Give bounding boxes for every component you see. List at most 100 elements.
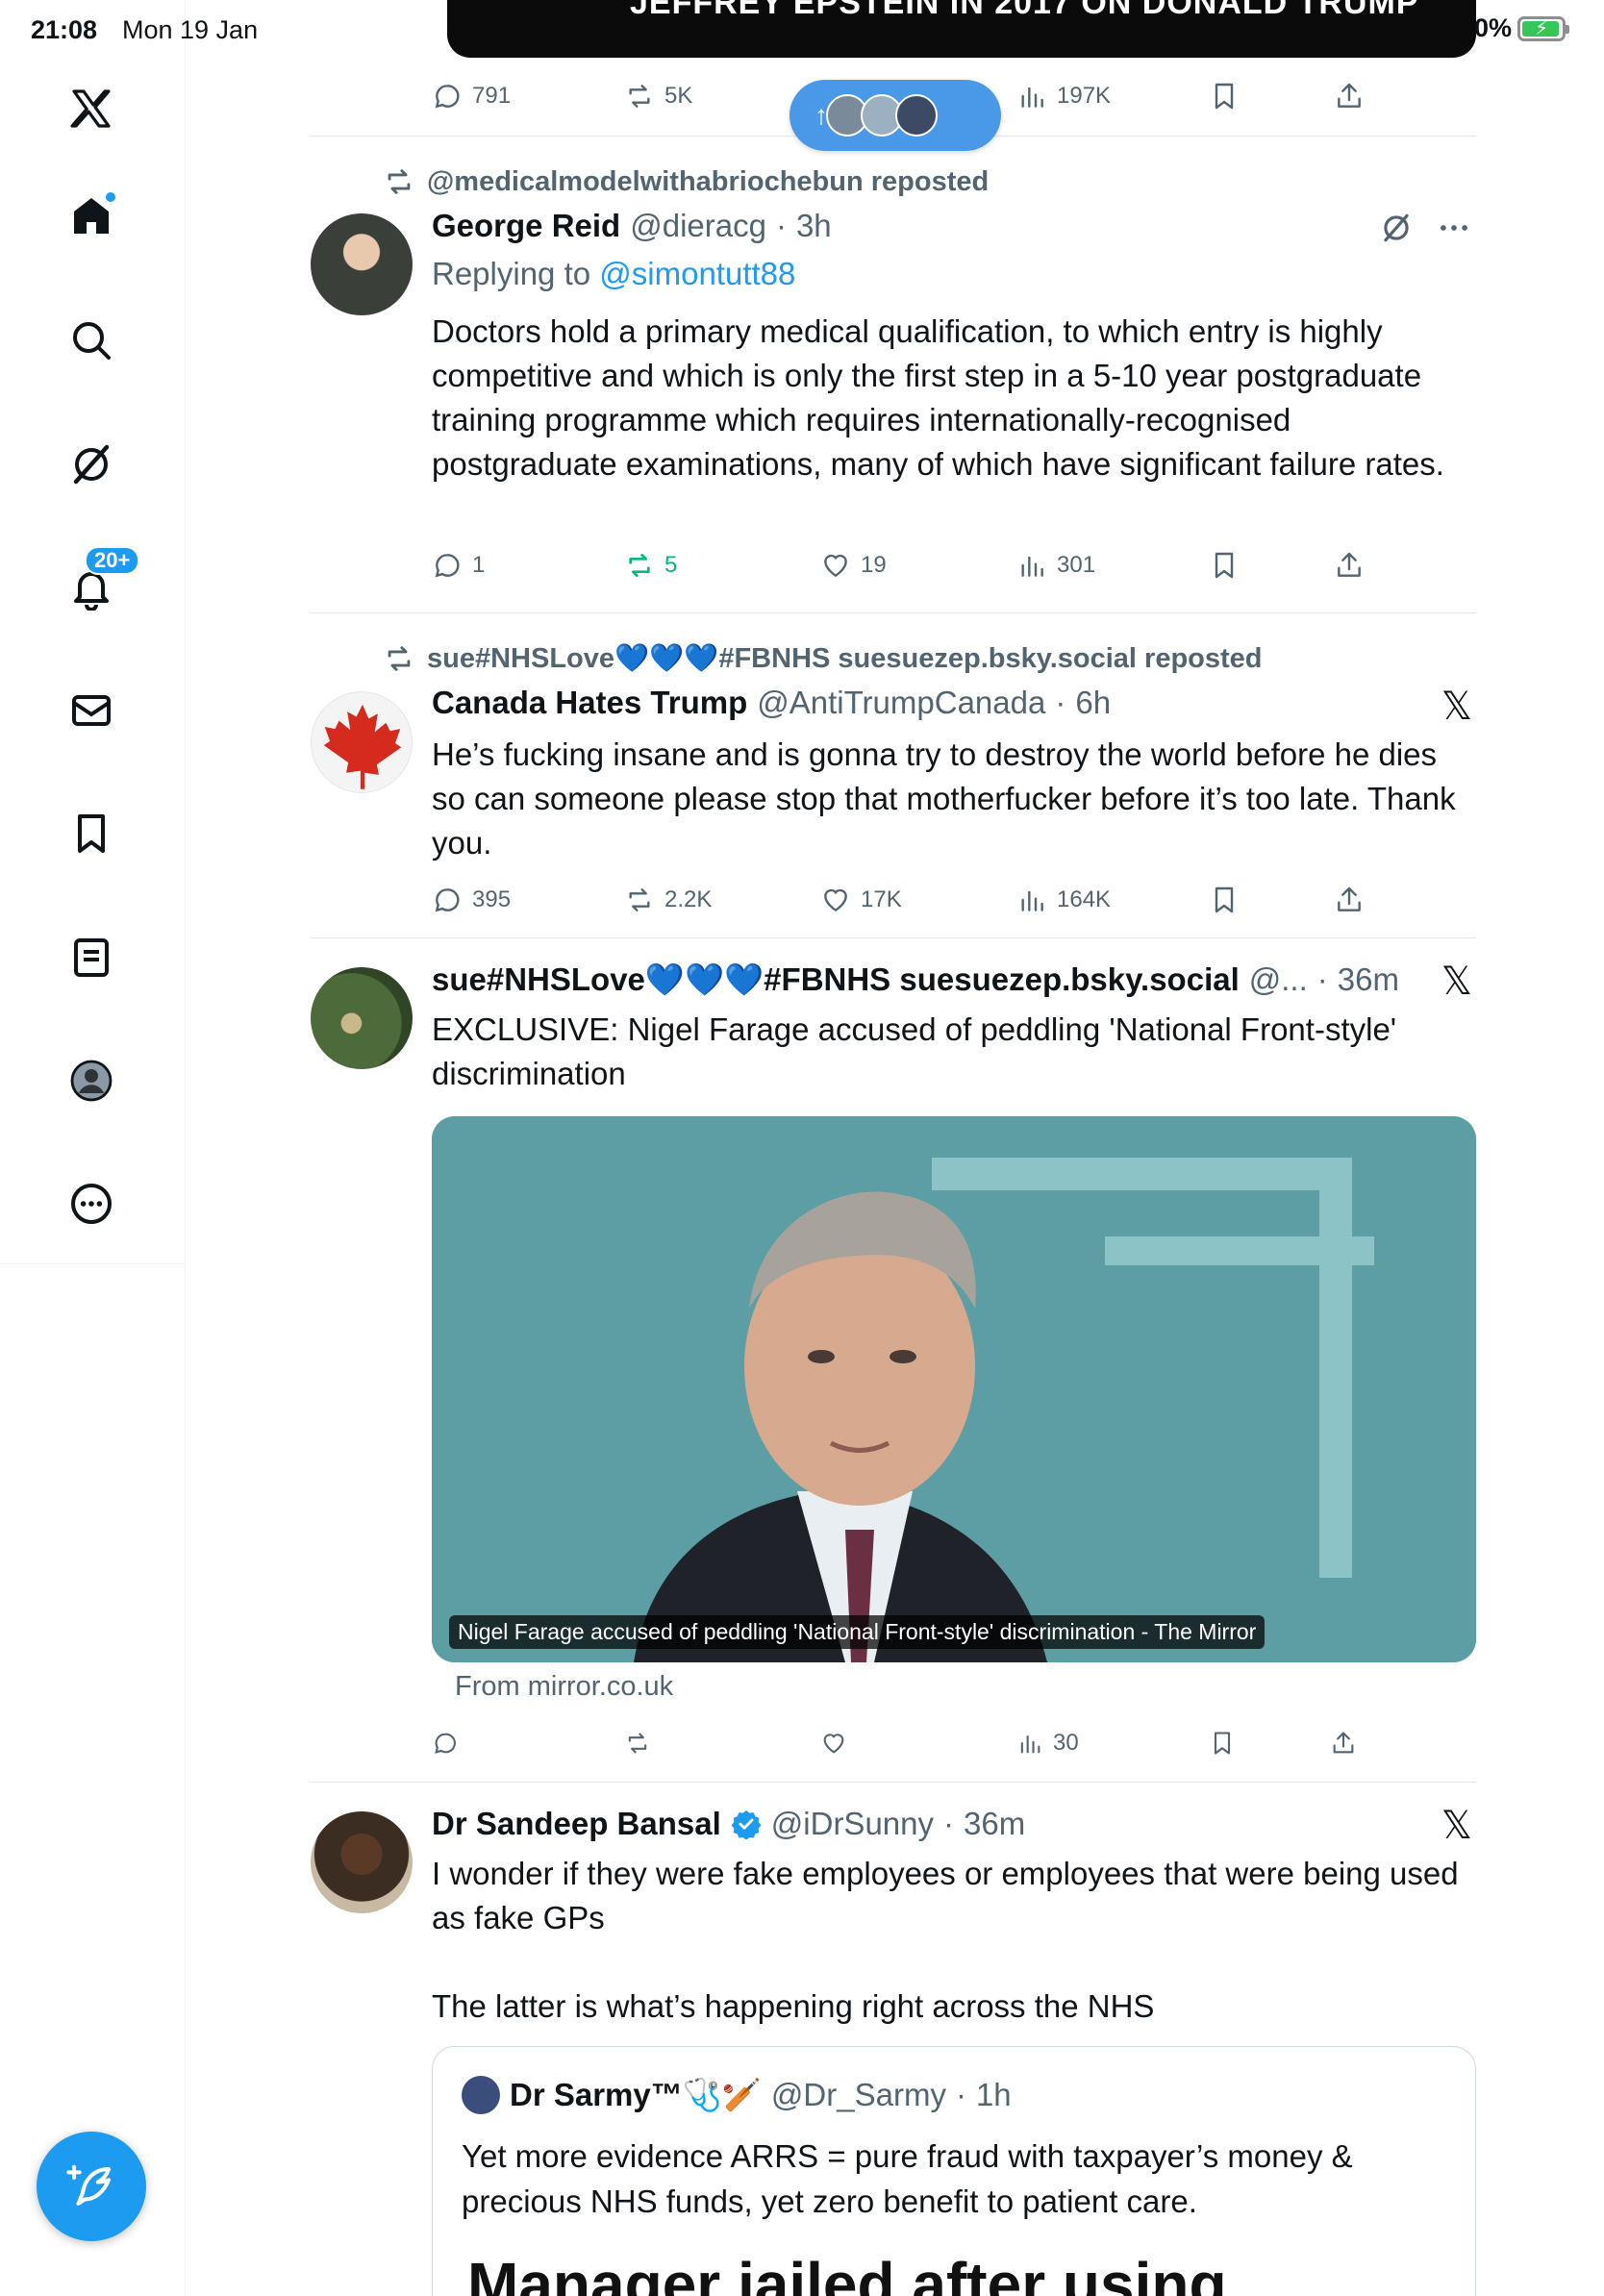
grok-icon[interactable] [63, 437, 119, 492]
post-top-actions [1378, 210, 1472, 246]
post-actions: 30 [311, 1724, 1476, 1762]
repost-context: sue#NHSLove💙💙💙#FBNHS suesuezep.bsky.soci… [383, 642, 1263, 675]
post-header: Canada Hates Trump @AntiTrumpCanada · 6h [432, 685, 1111, 721]
repost-icon [628, 1733, 647, 1754]
repost-button[interactable]: 2.2K [624, 881, 712, 919]
bookmark-icon [1215, 83, 1234, 110]
avatar[interactable] [311, 967, 413, 1069]
quoted-post[interactable]: Dr Sarmy™🩺🏏 @Dr_Sarmy · 1h Yet more evid… [432, 2046, 1476, 2296]
handle[interactable]: @AntiTrumpCanada [757, 685, 1045, 721]
avatar[interactable] [311, 1811, 413, 1913]
avatar[interactable] [311, 691, 413, 793]
handle[interactable]: @iDrSunny [771, 1806, 934, 1842]
quoted-handle[interactable]: @Dr_Sarmy [771, 2077, 946, 2113]
quoted-post-text: Yet more evidence ARRS = pure fraud with… [462, 2138, 1353, 2219]
share-icon [1338, 552, 1361, 577]
views-icon [1021, 87, 1043, 108]
share-button[interactable] [1330, 1724, 1357, 1762]
x-logo-icon[interactable]: 𝕏 [1441, 685, 1472, 729]
home-unread-dot [104, 190, 117, 204]
reply-button[interactable]: 791 [432, 77, 511, 115]
bookmark-button[interactable] [1209, 77, 1240, 115]
display-name[interactable]: Canada Hates Trump [432, 685, 747, 721]
repost-button[interactable]: 5K [624, 77, 692, 115]
search-icon[interactable] [63, 312, 119, 368]
views-icon [1021, 556, 1043, 577]
display-name[interactable]: sue#NHSLove💙💙💙#FBNHS suesuezep.bsky.soci… [432, 961, 1240, 999]
x-logo-icon[interactable] [63, 81, 119, 137]
like-button[interactable]: 19 [820, 546, 887, 585]
messages-icon[interactable] [63, 683, 119, 738]
grok-icon[interactable] [1378, 210, 1415, 246]
timestamp[interactable]: 36m [964, 1806, 1025, 1842]
repost-button[interactable]: 5 [624, 546, 677, 585]
handle[interactable]: @... [1249, 961, 1308, 998]
bookmark-button[interactable] [1209, 881, 1240, 919]
battery-icon: ⚡ [1517, 15, 1569, 41]
share-button[interactable] [1334, 77, 1365, 115]
repost-context-text: sue#NHSLove💙💙💙#FBNHS suesuezep.bsky.soci… [427, 643, 1263, 674]
timestamp[interactable]: 6h [1075, 685, 1111, 721]
like-count: 19 [861, 552, 887, 578]
views-icon [1020, 1734, 1040, 1754]
post-text: Doctors hold a primary medical qualifica… [432, 313, 1444, 482]
separator-dot: · [1316, 961, 1328, 997]
post-text: EXCLUSIVE: Nigel Farage accused of peddl… [432, 1011, 1406, 1091]
more-options-icon[interactable] [1436, 210, 1472, 246]
repost-button[interactable] [624, 1724, 651, 1762]
bookmarks-icon[interactable] [63, 806, 119, 861]
quoted-timestamp[interactable]: 1h [976, 2077, 1012, 2113]
views-button[interactable]: 30 [1016, 1724, 1079, 1762]
repost-icon [629, 554, 650, 577]
post-top-actions: 𝕏 [1441, 1804, 1472, 1848]
display-name[interactable]: Dr Sandeep Bansal [432, 1806, 721, 1842]
like-button[interactable]: 17K [820, 881, 902, 919]
share-icon [1338, 83, 1361, 108]
new-posts-pill[interactable]: ↑ [789, 80, 1001, 151]
notifications-icon[interactable]: 20+ [63, 546, 140, 615]
separator-dot: · [775, 208, 787, 243]
views-button[interactable]: 197K [1016, 77, 1111, 115]
like-button[interactable] [820, 1724, 847, 1762]
lists-icon[interactable] [63, 930, 119, 986]
battery-indicator: 0% ⚡ [1474, 13, 1569, 43]
status-time: 21:08 [31, 15, 98, 44]
status-date: Mon 19 Jan [122, 15, 259, 44]
repost-count: 5K [664, 83, 693, 109]
reply-button[interactable] [432, 1724, 459, 1762]
heart-icon [824, 888, 847, 912]
quoted-display-name[interactable]: Dr Sarmy™🩺🏏 [510, 2077, 762, 2114]
reply-count: 791 [472, 83, 512, 109]
heart-icon [823, 1734, 844, 1754]
compose-button[interactable] [37, 2132, 146, 2241]
quoted-avatar[interactable] [462, 2076, 500, 2114]
post-text: I wonder if they were fake employees or … [432, 1856, 1459, 2024]
link-card[interactable]: Nigel Farage accused of peddling 'Nation… [432, 1116, 1476, 1662]
avatar[interactable] [311, 213, 413, 315]
display-name[interactable]: George Reid [432, 208, 620, 244]
views-count: 164K [1057, 886, 1112, 912]
link-card-source[interactable]: From mirror.co.uk [455, 1671, 673, 1703]
handle[interactable]: @dieracg [630, 208, 766, 244]
share-button[interactable] [1334, 881, 1365, 919]
reply-button[interactable]: 1 [432, 546, 485, 585]
reply-icon [435, 1733, 456, 1754]
x-logo-icon[interactable]: 𝕏 [1441, 1804, 1472, 1848]
x-logo-icon[interactable]: 𝕏 [1441, 960, 1472, 1004]
reply-count: 1 [472, 552, 486, 578]
verified-badge-icon [731, 1810, 762, 1839]
timestamp[interactable]: 36m [1338, 961, 1399, 998]
replying-to-link[interactable]: @simontutt88 [599, 256, 795, 291]
timestamp[interactable]: 3h [796, 208, 832, 244]
share-button[interactable] [1334, 546, 1365, 585]
views-button[interactable]: 164K [1016, 881, 1111, 919]
home-icon[interactable] [63, 188, 119, 244]
reply-button[interactable]: 395 [432, 881, 511, 919]
quoted-post-header: Dr Sarmy™🩺🏏 @Dr_Sarmy · 1h [462, 2076, 1012, 2114]
views-button[interactable]: 301 [1016, 546, 1095, 585]
bookmark-icon [1214, 1732, 1231, 1755]
bookmark-button[interactable] [1209, 1724, 1236, 1762]
profile-icon[interactable] [63, 1053, 119, 1109]
bookmark-button[interactable] [1209, 546, 1240, 585]
more-icon[interactable] [63, 1176, 119, 1232]
